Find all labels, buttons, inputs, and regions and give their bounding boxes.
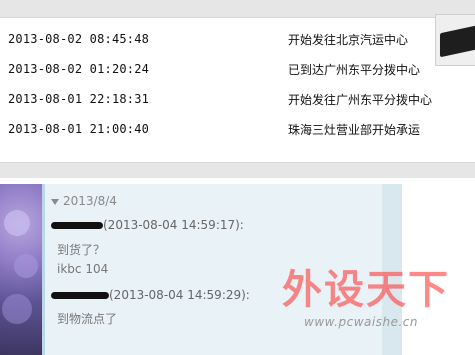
- tracking-row: 2013-08-02 08:45:48 开始发往北京汽运中心: [0, 25, 475, 55]
- message-line: 到物流点了: [57, 312, 118, 326]
- tracking-header-bar: [0, 0, 475, 18]
- chat-date-label: 2013/8/4: [63, 194, 117, 208]
- tracking-panel: 2013-08-02 08:45:48 开始发往北京汽运中心 2013-08-0…: [0, 0, 475, 179]
- tracking-row: 2013-08-02 01:20:24 已到达广州东平分拨中心: [0, 55, 475, 85]
- message-sender: (2013-08-04 14:59:29):: [51, 288, 250, 302]
- watermark-url: www.pcwaishe.cn: [304, 315, 418, 329]
- tracking-row: 2013-08-01 22:18:31 开始发往广州东平分拨中心: [0, 85, 475, 115]
- tracking-time: 2013-08-02 08:45:48: [8, 32, 150, 46]
- product-thumbnail[interactable]: [435, 14, 475, 66]
- message-line: ikbc 104: [57, 262, 109, 276]
- tracking-time: 2013-08-01 21:00:40: [8, 122, 150, 136]
- tracking-status: 珠海三灶营业部开始承运: [288, 123, 421, 137]
- message-line: 到货了？: [57, 243, 106, 257]
- tracking-list: 2013-08-02 08:45:48 开始发往北京汽运中心 2013-08-0…: [0, 17, 475, 162]
- keyboard-image: [440, 24, 475, 58]
- tracking-footer-bar: [0, 162, 475, 179]
- tracking-time: 2013-08-01 22:18:31: [8, 92, 150, 106]
- message-timestamp: (2013-08-04 14:59:29):: [109, 288, 250, 302]
- tracking-status: 已到达广州东平分拨中心: [288, 63, 421, 77]
- message-sender: (2013-08-04 14:59:17):: [51, 218, 244, 232]
- tracking-status: 开始发往广州东平分拨中心: [288, 93, 433, 107]
- redacted-name: [51, 292, 109, 299]
- tracking-time: 2013-08-02 01:20:24: [8, 62, 150, 76]
- message-timestamp: (2013-08-04 14:59:17):: [103, 218, 244, 232]
- tracking-row: 2013-08-01 21:00:40 珠海三灶营业部开始承运: [0, 115, 475, 145]
- watermark-logo: 外设天下: [282, 266, 450, 313]
- chat-date-group[interactable]: 2013/8/4: [51, 194, 117, 208]
- avatar[interactable]: [0, 184, 42, 355]
- tracking-status: 开始发往北京汽运中心: [288, 33, 409, 47]
- collapse-triangle-icon[interactable]: [51, 198, 59, 205]
- redacted-name: [51, 222, 103, 229]
